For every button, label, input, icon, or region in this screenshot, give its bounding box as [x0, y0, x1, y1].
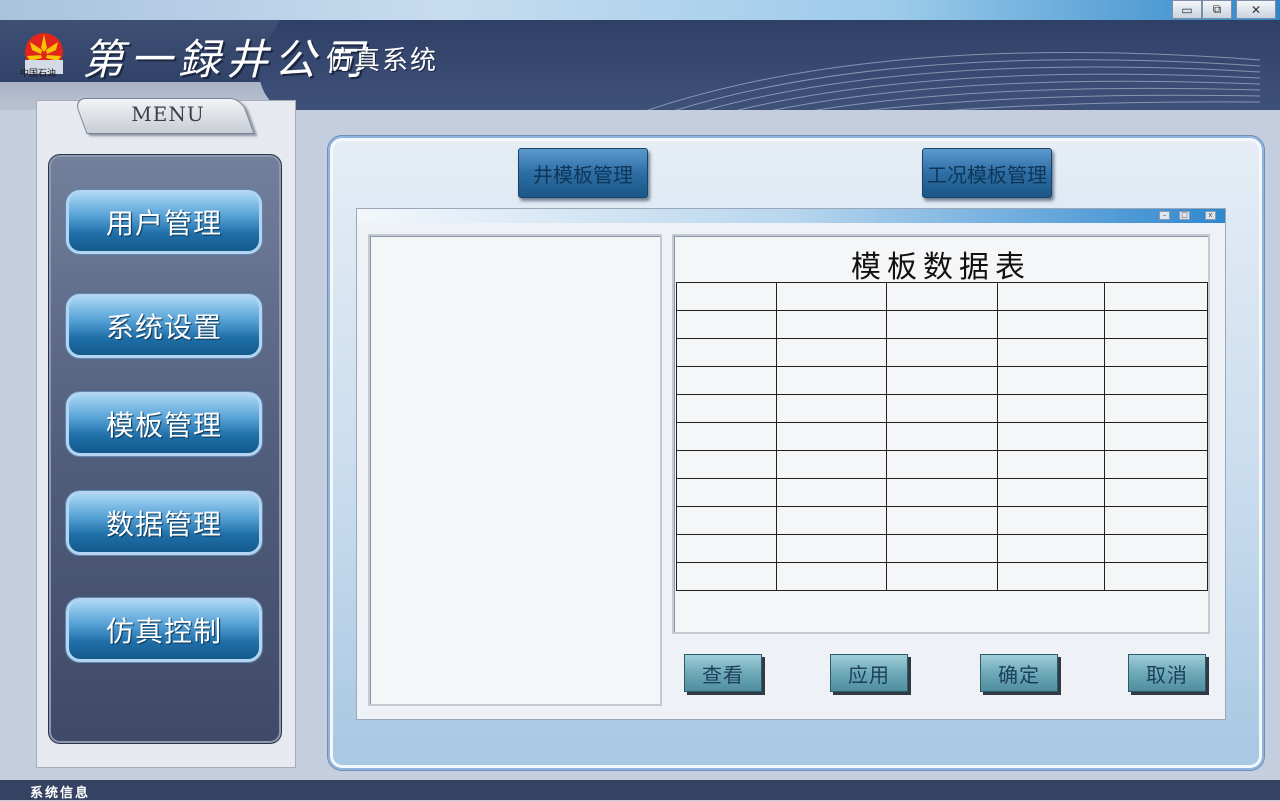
- template-management-button[interactable]: 模板管理: [66, 392, 262, 456]
- table-cell[interactable]: [1104, 534, 1208, 563]
- table-cell[interactable]: [775, 534, 887, 563]
- table-cell[interactable]: [676, 282, 777, 311]
- inner-close-button[interactable]: x: [1205, 211, 1216, 220]
- table-row[interactable]: [676, 394, 1208, 423]
- table-row[interactable]: [676, 366, 1208, 395]
- table-row[interactable]: [676, 310, 1208, 339]
- table-cell[interactable]: [997, 338, 1106, 367]
- table-cell[interactable]: [997, 394, 1106, 423]
- table-cell[interactable]: [775, 562, 887, 591]
- title-strip: [0, 0, 1280, 20]
- table-cell[interactable]: [775, 366, 887, 395]
- table-cell[interactable]: [676, 422, 777, 451]
- table-cell[interactable]: [885, 450, 999, 479]
- template-data-table-panel: 模板数据表: [672, 234, 1210, 634]
- table-cell[interactable]: [997, 506, 1106, 535]
- table-row[interactable]: [676, 478, 1208, 507]
- table-cell[interactable]: [885, 338, 999, 367]
- restore-icon: ⧉: [1212, 2, 1222, 16]
- table-cell[interactable]: [1104, 338, 1208, 367]
- table-cell[interactable]: [885, 282, 999, 311]
- table-cell[interactable]: [775, 282, 887, 311]
- template-list-box[interactable]: [368, 234, 662, 706]
- table-cell[interactable]: [1104, 366, 1208, 395]
- table-cell[interactable]: [676, 506, 777, 535]
- header-swoosh-decoration: [646, 52, 1261, 110]
- table-cell[interactable]: [676, 450, 777, 479]
- minimize-icon: ▭: [1181, 2, 1193, 17]
- data-management-button[interactable]: 数据管理: [66, 491, 262, 555]
- table-cell[interactable]: [775, 506, 887, 535]
- table-cell[interactable]: [885, 422, 999, 451]
- table-cell[interactable]: [775, 478, 887, 507]
- table-row[interactable]: [676, 282, 1208, 311]
- view-button[interactable]: 查看: [684, 654, 762, 692]
- table-cell[interactable]: [885, 534, 999, 563]
- user-management-button[interactable]: 用户管理: [66, 190, 262, 254]
- app-subtitle: 仿真系统: [326, 46, 439, 76]
- table-cell[interactable]: [1104, 478, 1208, 507]
- table-cell[interactable]: [997, 366, 1106, 395]
- table-cell[interactable]: [885, 366, 999, 395]
- table-cell[interactable]: [676, 534, 777, 563]
- table-cell[interactable]: [676, 478, 777, 507]
- simulation-control-button[interactable]: 仿真控制: [66, 598, 262, 662]
- well-template-management-button[interactable]: 井模板管理: [518, 148, 648, 198]
- table-cell[interactable]: [775, 394, 887, 423]
- close-icon: ✕: [1250, 2, 1262, 17]
- table-row[interactable]: [676, 422, 1208, 451]
- condition-template-management-button[interactable]: 工况模板管理: [922, 148, 1052, 198]
- table-cell[interactable]: [997, 534, 1106, 563]
- table-title: 模板数据表: [851, 250, 1031, 285]
- table-cell[interactable]: [997, 562, 1106, 591]
- restore-window-button[interactable]: ⧉: [1202, 0, 1232, 19]
- close-window-button[interactable]: ✕: [1236, 0, 1276, 19]
- table-cell[interactable]: [1104, 562, 1208, 591]
- table-cell[interactable]: [885, 394, 999, 423]
- table-cell[interactable]: [1104, 310, 1208, 339]
- cancel-button[interactable]: 取消: [1128, 654, 1206, 692]
- table-cell[interactable]: [676, 310, 777, 339]
- table-cell[interactable]: [676, 338, 777, 367]
- logo-caption: 中国石油: [20, 69, 57, 79]
- table-cell[interactable]: [1104, 422, 1208, 451]
- table-cell[interactable]: [775, 310, 887, 339]
- table-cell[interactable]: [1104, 282, 1208, 311]
- table-cell[interactable]: [676, 394, 777, 423]
- status-bar-label: 系统信息: [30, 786, 91, 801]
- table-cell[interactable]: [885, 562, 999, 591]
- table-cell[interactable]: [1104, 506, 1208, 535]
- table-cell[interactable]: [885, 478, 999, 507]
- table-cell[interactable]: [676, 562, 777, 591]
- table-cell[interactable]: [997, 450, 1106, 479]
- table-row[interactable]: [676, 338, 1208, 367]
- inner-minimize-button[interactable]: –: [1159, 211, 1170, 220]
- inner-maximize-button[interactable]: □: [1179, 211, 1190, 220]
- table-cell[interactable]: [885, 506, 999, 535]
- table-row[interactable]: [676, 506, 1208, 535]
- table-cell[interactable]: [1104, 450, 1208, 479]
- table-row[interactable]: [676, 534, 1208, 563]
- table-cell[interactable]: [676, 366, 777, 395]
- table-cell[interactable]: [775, 450, 887, 479]
- table-cell[interactable]: [775, 422, 887, 451]
- status-bar: 系统信息: [0, 780, 1280, 801]
- template-data-table: [676, 282, 1208, 591]
- confirm-button[interactable]: 确定: [980, 654, 1058, 692]
- table-cell[interactable]: [997, 478, 1106, 507]
- apply-button[interactable]: 应用: [830, 654, 908, 692]
- menu-tab-label: MENU: [131, 102, 205, 126]
- table-row[interactable]: [676, 450, 1208, 479]
- table-cell[interactable]: [1104, 394, 1208, 423]
- minimize-window-button[interactable]: ▭: [1172, 0, 1202, 19]
- table-cell[interactable]: [885, 310, 999, 339]
- table-cell[interactable]: [997, 310, 1106, 339]
- table-row[interactable]: [676, 562, 1208, 591]
- system-settings-button[interactable]: 系统设置: [66, 294, 262, 358]
- inner-window-titlebar: – □ x: [357, 209, 1225, 223]
- table-cell[interactable]: [997, 282, 1106, 311]
- table-cell[interactable]: [997, 422, 1106, 451]
- table-cell[interactable]: [775, 338, 887, 367]
